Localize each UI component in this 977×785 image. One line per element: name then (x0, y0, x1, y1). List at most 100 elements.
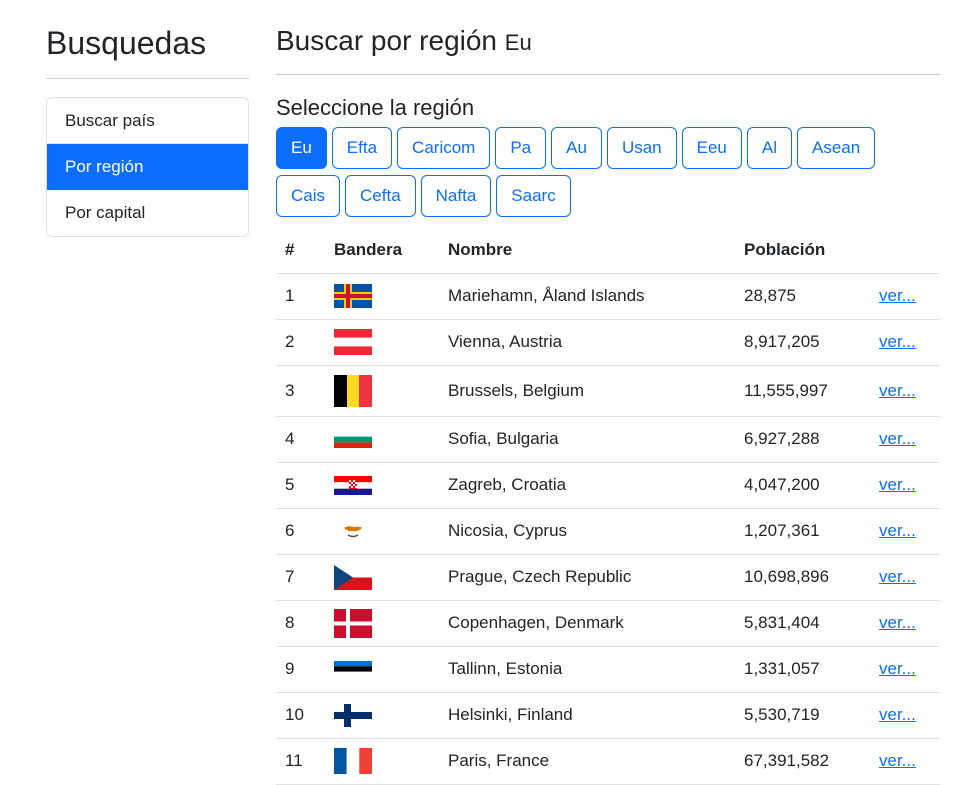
link-cell: ver... (870, 462, 940, 509)
finland-flag-icon (334, 703, 372, 727)
france-flag-icon (334, 748, 372, 774)
table-row: 3 Brussels, Belgium 11,555,997 ver... (276, 365, 940, 417)
table-header-row: # Bandera Nombre Población (276, 227, 940, 274)
country-name: Paris, France (439, 738, 735, 785)
ver-link[interactable]: ver... (879, 613, 916, 632)
region-button-eu[interactable]: Eu (276, 127, 327, 169)
table-row: 10 Helsinki, Finland 5,530,719 ver... (276, 692, 940, 739)
row-number: 8 (276, 600, 325, 647)
flag-cell (325, 554, 439, 601)
table-row: 7 Prague, Czech Republic 10,698,896 ver... (276, 554, 940, 601)
table-row: 8 Copenhagen, Denmark 5,831,404 ver... (276, 600, 940, 647)
region-button-cais[interactable]: Cais (276, 175, 341, 217)
ver-link[interactable]: ver... (879, 381, 916, 400)
region-button-efta[interactable]: Efta (331, 127, 393, 169)
flag-cell (325, 600, 439, 647)
table-row: 9 Tallinn, Estonia 1,331,057 ver... (276, 646, 940, 693)
table-row: 2 Vienna, Austria 8,917,205 ver... (276, 319, 940, 366)
flag-cell (325, 319, 439, 366)
link-cell: ver... (870, 600, 940, 647)
flag-cell (325, 738, 439, 785)
row-number: 4 (276, 416, 325, 463)
page-title-text: Buscar por región (276, 25, 498, 56)
population: 8,917,205 (735, 319, 870, 366)
country-name: Tallinn, Estonia (439, 646, 735, 693)
population: 4,047,200 (735, 462, 870, 509)
region-button-pa[interactable]: Pa (495, 127, 547, 169)
croatia-flag-icon (334, 475, 372, 495)
link-cell: ver... (870, 508, 940, 555)
population: 28,875 (735, 273, 870, 320)
table-row: 6 Nicosia, Cyprus 1,207,361 ver... (276, 508, 940, 555)
countries-table: # Bandera Nombre Población 1 Mariehamn, Å… (276, 227, 940, 785)
region-button-caricom[interactable]: Caricom (397, 127, 491, 169)
region-button-al[interactable]: Al (746, 127, 792, 169)
sidebar: Busquedas Buscar país Por región Por cap… (46, 0, 249, 237)
flag-cell (325, 416, 439, 463)
link-cell: ver... (870, 365, 940, 417)
column-header-population: Población (735, 227, 870, 274)
ver-link[interactable]: ver... (879, 751, 916, 770)
ver-link[interactable]: ver... (879, 475, 916, 494)
link-cell: ver... (870, 416, 940, 463)
country-name: Vienna, Austria (439, 319, 735, 366)
ver-link[interactable]: ver... (879, 286, 916, 305)
country-name: Nicosia, Cyprus (439, 508, 735, 555)
region-button-cefta[interactable]: Cefta (345, 175, 416, 217)
link-cell: ver... (870, 692, 940, 739)
sidebar-title: Busquedas (46, 0, 249, 79)
ver-link[interactable]: ver... (879, 705, 916, 724)
flag-cell (325, 273, 439, 320)
country-name: Copenhagen, Denmark (439, 600, 735, 647)
column-header-actions (870, 227, 940, 274)
row-number: 7 (276, 554, 325, 601)
ver-link[interactable]: ver... (879, 521, 916, 540)
aland-flag-icon (334, 284, 372, 308)
country-name: Brussels, Belgium (439, 365, 735, 417)
ver-link[interactable]: ver... (879, 429, 916, 448)
population: 11,555,997 (735, 365, 870, 417)
ver-link[interactable]: ver... (879, 659, 916, 678)
region-button-asean[interactable]: Asean (797, 127, 876, 169)
flag-cell (325, 365, 439, 417)
austria-flag-icon (334, 329, 372, 355)
table-row: 1 Mariehamn, Åland Islands 28,875 ver... (276, 273, 940, 320)
region-button-usan[interactable]: Usan (606, 127, 677, 169)
region-button-nafta[interactable]: Nafta (420, 175, 492, 217)
population: 10,698,896 (735, 554, 870, 601)
country-name: Helsinki, Finland (439, 692, 735, 739)
main-content: Buscar por región Eu Seleccione la regió… (276, 0, 940, 785)
column-header-number: # (276, 227, 325, 274)
region-button-au[interactable]: Au (551, 127, 602, 169)
link-cell: ver... (870, 319, 940, 366)
row-number: 2 (276, 319, 325, 366)
cyprus-flag-icon (334, 518, 372, 544)
ver-link[interactable]: ver... (879, 332, 916, 351)
estonia-flag-icon (334, 661, 372, 677)
row-number: 1 (276, 273, 325, 320)
region-button-eeu[interactable]: Eeu (681, 127, 742, 169)
region-code: Eu (504, 30, 532, 55)
flag-cell (325, 508, 439, 555)
region-button-saarc[interactable]: Saarc (496, 175, 571, 217)
sidebar-item-por-region[interactable]: Por región (47, 144, 248, 190)
czech-flag-icon (334, 564, 372, 590)
country-name: Sofia, Bulgaria (439, 416, 735, 463)
row-number: 9 (276, 646, 325, 693)
sidebar-item-buscar-pais[interactable]: Buscar país (47, 98, 248, 144)
population: 1,207,361 (735, 508, 870, 555)
belgium-flag-icon (334, 374, 372, 407)
country-name: Prague, Czech Republic (439, 554, 735, 601)
population: 67,391,582 (735, 738, 870, 785)
flag-cell (325, 462, 439, 509)
flag-cell (325, 692, 439, 739)
region-buttons-row: Eu Efta Caricom Pa Au Usan Eeu Al Asean (276, 127, 940, 169)
sidebar-menu: Buscar país Por región Por capital (46, 97, 249, 237)
ver-link[interactable]: ver... (879, 567, 916, 586)
sidebar-item-por-capital[interactable]: Por capital (47, 190, 248, 236)
region-buttons-row: Cais Cefta Nafta Saarc (276, 175, 940, 217)
population: 5,530,719 (735, 692, 870, 739)
denmark-flag-icon (334, 608, 372, 638)
table-row: 5 Zagreb, Croatia 4,047,200 ver... (276, 462, 940, 509)
row-number: 5 (276, 462, 325, 509)
